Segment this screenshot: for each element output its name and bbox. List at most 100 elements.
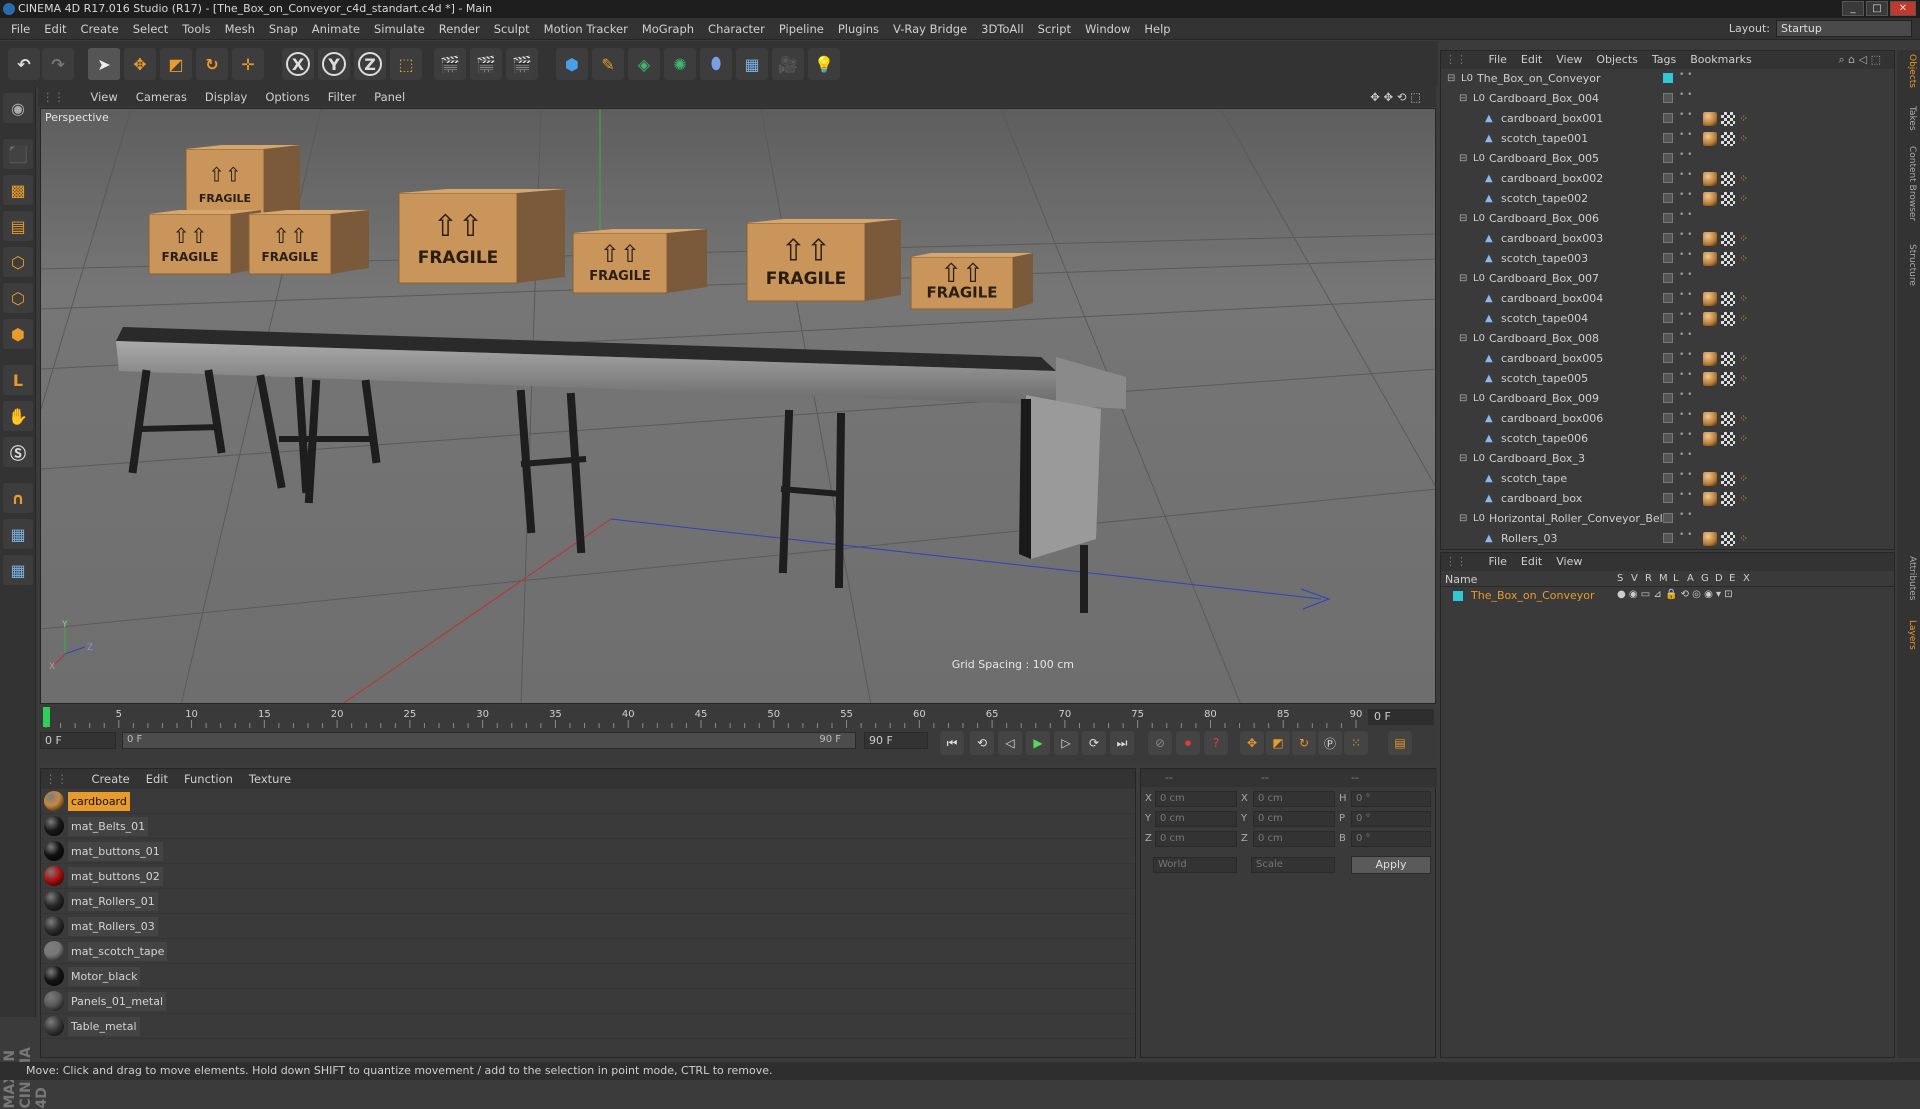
autokey-button[interactable]: ?: [1204, 731, 1228, 755]
layer-column-header[interactable]: R: [1645, 573, 1652, 584]
layer-column-header[interactable]: D: [1715, 573, 1723, 584]
layer-toggle-icons[interactable]: ● ◉ ▭ ⊿ 🔒 ⟲ ◎ ◉ ▾ ⊡: [1617, 589, 1733, 600]
texture-tag-icon[interactable]: [1721, 132, 1735, 146]
rotate-tool-button[interactable]: ↻: [196, 48, 228, 80]
snap-button[interactable]: Ⓢ: [3, 437, 33, 467]
object-row[interactable]: ▲ cardboard_box004 • • ⁘: [1441, 289, 1885, 309]
workplane-lock-button[interactable]: ▦: [3, 519, 33, 549]
record-parameter-button[interactable]: Ⓟ: [1318, 731, 1342, 755]
visibility-toggle[interactable]: [1663, 413, 1673, 423]
fragile-box-3[interactable]: FRAGILE ⇧⇧: [248, 210, 369, 275]
end-frame-field[interactable]: 90 F: [864, 732, 928, 749]
cube-button[interactable]: ⬢: [556, 48, 588, 80]
phong-tag-icon[interactable]: ⁘: [1739, 532, 1753, 546]
object-row[interactable]: ▲ scotch_tape001 • • ⁘: [1441, 129, 1885, 149]
live-selection-button[interactable]: ➤: [88, 48, 120, 80]
render-dots-icon[interactable]: • •: [1679, 451, 1692, 460]
object-menu-objects[interactable]: Objects: [1589, 51, 1645, 69]
render-dots-icon[interactable]: • •: [1679, 171, 1692, 180]
menu-file[interactable]: File: [4, 18, 37, 40]
object-row[interactable]: ⊟ L0 Cardboard_Box_007 • •: [1441, 269, 1885, 289]
magnet-button[interactable]: ∩: [3, 483, 33, 513]
object-row[interactable]: ▲ cardboard_box006 • • ⁘: [1441, 409, 1885, 429]
texture-tag-icon[interactable]: [1721, 412, 1735, 426]
phong-tag-icon[interactable]: ⁘: [1739, 492, 1753, 506]
visibility-toggle[interactable]: [1663, 353, 1673, 363]
material-row[interactable]: mat_Rollers_03: [41, 914, 1135, 939]
menu-animate[interactable]: Animate: [305, 18, 367, 40]
texture-tag-icon[interactable]: [1721, 112, 1735, 126]
fragile-box-5[interactable]: FRAGILE⇧⇧: [572, 229, 707, 294]
material-tag-icon[interactable]: [1703, 492, 1717, 506]
last-tool-button[interactable]: ✛: [232, 48, 264, 80]
material-tag-icon[interactable]: [1703, 172, 1717, 186]
visibility-toggle[interactable]: [1663, 113, 1673, 123]
material-tag-icon[interactable]: [1703, 132, 1717, 146]
menu-mograph[interactable]: MoGraph: [635, 18, 701, 40]
menu-select[interactable]: Select: [126, 18, 175, 40]
minimize-button[interactable]: _: [1842, 1, 1864, 16]
menu-simulate[interactable]: Simulate: [367, 18, 432, 40]
object-search-icons[interactable]: ⌕ ⌂ ◁ ⬚: [1832, 51, 1889, 69]
render-dots-icon[interactable]: • •: [1679, 511, 1692, 520]
phong-tag-icon[interactable]: ⁘: [1739, 292, 1753, 306]
fragile-box-4[interactable]: FRAGILE ⇧⇧: [398, 189, 565, 284]
render-dots-icon[interactable]: • •: [1679, 411, 1692, 420]
render-dots-icon[interactable]: • •: [1679, 71, 1692, 80]
menu-create[interactable]: Create: [74, 18, 126, 40]
rotation-field[interactable]: 0 °: [1351, 811, 1431, 827]
texture-tag-icon[interactable]: [1721, 372, 1735, 386]
texture-tag-icon[interactable]: [1721, 252, 1735, 266]
size-field[interactable]: 0 cm: [1253, 791, 1335, 807]
polygons-mode-button[interactable]: ⬢: [3, 319, 33, 349]
apply-button[interactable]: Apply: [1351, 856, 1431, 874]
phong-tag-icon[interactable]: ⁘: [1739, 352, 1753, 366]
viewport-menu-panel[interactable]: Panel: [365, 87, 414, 107]
undo-button[interactable]: ↶: [8, 48, 40, 80]
object-row[interactable]: ▲ scotch_tape006 • • ⁘: [1441, 429, 1885, 449]
render-dots-icon[interactable]: • •: [1679, 351, 1692, 360]
texture-mode-button[interactable]: ▩: [3, 175, 33, 205]
floor-button[interactable]: ▦: [736, 48, 768, 80]
object-row[interactable]: ⊟ L0 Horizontal_Roller_Conveyor_Belt • •: [1441, 509, 1885, 529]
previous-frame-button[interactable]: ◁: [998, 731, 1022, 755]
render-dots-icon[interactable]: • •: [1679, 91, 1692, 100]
menu-snap[interactable]: Snap: [262, 18, 305, 40]
material-tag-icon[interactable]: [1703, 472, 1717, 486]
timeline-layout-button[interactable]: ▤: [1388, 731, 1412, 755]
expand-toggle-icon[interactable]: ⊟: [1459, 393, 1471, 405]
timeline-ruler[interactable]: 051015202530354045505560657075808590: [40, 706, 1436, 728]
redo-button[interactable]: ↷: [42, 48, 74, 80]
layer-menu-edit[interactable]: Edit: [1514, 553, 1549, 571]
texture-tag-icon[interactable]: [1721, 232, 1735, 246]
rotation-field[interactable]: 0 °: [1351, 831, 1431, 847]
material-row[interactable]: cardboard: [41, 789, 1135, 814]
subdivision-button[interactable]: ◈: [628, 48, 660, 80]
object-row[interactable]: ▲ cardboard_box • • ⁘: [1441, 489, 1885, 509]
visibility-toggle[interactable]: [1663, 533, 1673, 543]
render-dots-icon[interactable]: • •: [1679, 271, 1692, 280]
render-dots-icon[interactable]: • •: [1679, 371, 1692, 380]
visibility-toggle[interactable]: [1663, 273, 1673, 283]
object-row[interactable]: ▲ scotch_tape004 • • ⁘: [1441, 309, 1885, 329]
material-row[interactable]: mat_Rollers_01: [41, 889, 1135, 914]
visibility-toggle[interactable]: [1663, 73, 1673, 83]
render-picture-viewer-button[interactable]: 🎬: [470, 48, 502, 80]
material-tag-icon[interactable]: [1703, 292, 1717, 306]
layout-select[interactable]: Startup: [1776, 20, 1912, 37]
light-button[interactable]: 💡: [808, 48, 840, 80]
object-menu-view[interactable]: View: [1549, 51, 1589, 69]
playhead[interactable]: [43, 707, 50, 727]
texture-tag-icon[interactable]: [1721, 532, 1735, 546]
menu-character[interactable]: Character: [701, 18, 772, 40]
render-dots-icon[interactable]: • •: [1679, 251, 1692, 260]
coordinate-mode-select[interactable]: World: [1153, 857, 1237, 873]
3d-viewport[interactable]: FRAGILE ⇧⇧ FRAGILE ⇧⇧ FRAGILE ⇧⇧ FRAGILE ⇧⇧ FRAG…: [40, 108, 1436, 704]
expand-toggle-icon[interactable]: ⊟: [1459, 213, 1471, 225]
object-row[interactable]: ⊟ L0 Cardboard_Box_006 • •: [1441, 209, 1885, 229]
record-button[interactable]: ⏺: [1176, 731, 1200, 755]
scale-tool-button[interactable]: ◩: [160, 48, 192, 80]
phong-tag-icon[interactable]: ⁘: [1739, 112, 1753, 126]
texture-tag-icon[interactable]: [1721, 192, 1735, 206]
layer-column-header[interactable]: S: [1617, 573, 1623, 584]
